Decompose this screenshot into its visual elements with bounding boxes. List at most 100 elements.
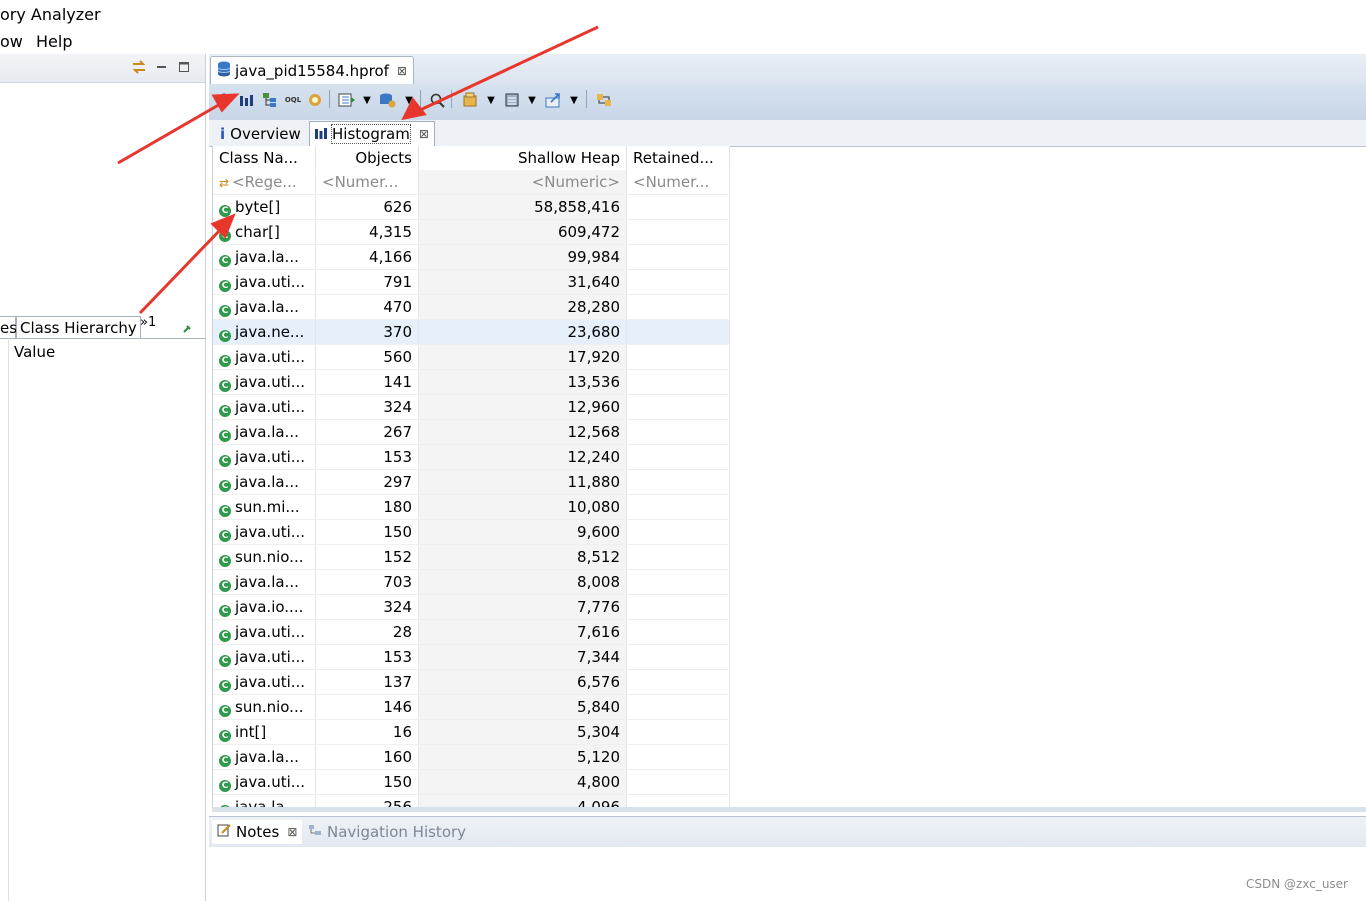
class-name-cell[interactable]: Cjava.la... [213,569,316,595]
minimize-icon[interactable] [156,59,168,71]
filter-shallow-heap[interactable]: <Numeric> [418,170,627,195]
class-name-cell[interactable]: Csun.nio... [213,544,316,570]
tab-navigation-history-label: Navigation History [327,823,467,841]
filter-objects[interactable]: <Numer... [315,170,419,195]
panel-divider [205,54,206,901]
heap-dump-overview-icon[interactable] [306,89,324,111]
overview-info-icon[interactable]: i [217,89,231,111]
class-name-cell[interactable]: Cbyte[] [213,194,316,220]
class-name-cell[interactable]: Csun.nio... [213,694,316,720]
table-row[interactable]: Cjava.io.... 324 7,776 [213,594,730,620]
table-row[interactable]: Cbyte[] 626 58,858,416 [213,194,730,220]
export-dropdown-icon[interactable]: ▼ [568,89,580,111]
table-row[interactable]: Cjava.uti... 324 12,960 [213,394,730,420]
table-row[interactable]: Cjava.la... 4,166 99,984 [213,244,730,270]
table-row[interactable]: Cjava.uti... 150 9,600 [213,519,730,545]
table-row[interactable]: Cint[] 16 5,304 [213,719,730,745]
objects-cell: 160 [315,744,419,770]
filter-retained-heap[interactable]: <Numer... [626,170,730,195]
class-icon: C [219,429,231,442]
class-name-cell[interactable]: Cjava.uti... [213,619,316,645]
table-row[interactable]: Cjava.la... 160 5,120 [213,744,730,770]
table-row[interactable]: Csun.nio... 152 8,512 [213,544,730,570]
column-header-shallow-heap[interactable]: Shallow Heap [418,146,627,170]
tab-overview[interactable]: i Overview [215,121,306,146]
class-name-cell[interactable]: Cjava.uti... [213,394,316,420]
column-header-class-name[interactable]: Class Na... [213,146,316,170]
table-row[interactable]: Cjava.uti... 141 13,536 [213,369,730,395]
calculate-icon[interactable] [503,89,521,111]
class-name-cell[interactable]: Cjava.la... [213,419,316,445]
class-name-cell[interactable]: Cchar[] [213,219,316,245]
class-name-cell[interactable]: Cjava.la... [213,469,316,495]
horizontal-scrollbar[interactable] [212,807,1366,812]
group-by-icon[interactable] [460,89,480,111]
class-name-text: java.la... [235,297,299,316]
tab-class-hierarchy[interactable]: Class Hierarchy [16,316,141,338]
column-header-objects[interactable]: Objects [315,146,419,170]
histogram-icon[interactable] [238,89,254,111]
class-name-cell[interactable]: Cjava.la... [213,294,316,320]
compare-icon[interactable] [594,89,614,111]
class-name-cell[interactable]: Cjava.uti... [213,669,316,695]
search-icon[interactable] [428,89,446,111]
class-name-cell[interactable]: Cjava.uti... [213,369,316,395]
run-report-dropdown-icon[interactable]: ▼ [361,89,373,111]
group-by-dropdown-icon[interactable]: ▼ [485,89,497,111]
table-row[interactable]: Csun.mi... 180 10,080 [213,494,730,520]
close-icon[interactable]: ⊠ [397,64,407,78]
class-name-cell[interactable]: Cjava.uti... [213,644,316,670]
tab-attributes[interactable]: es [0,316,17,338]
table-row[interactable]: Cjava.ne... 370 23,680 [213,319,730,345]
class-name-cell[interactable]: Cjava.la... [213,244,316,270]
class-name-cell[interactable]: Cjava.uti... [213,344,316,370]
oql-icon[interactable]: OQL [284,89,302,111]
table-row[interactable]: Cjava.uti... 153 12,240 [213,444,730,470]
class-name-cell[interactable]: Cjava.uti... [213,769,316,795]
class-name-cell[interactable]: Cjava.la... [213,794,316,807]
table-row[interactable]: Cjava.uti... 28 7,616 [213,619,730,645]
table-row[interactable]: Cjava.la... 703 8,008 [213,569,730,595]
class-name-cell[interactable]: Cint[] [213,719,316,745]
tab-notes[interactable]: Notes ⊠ [212,820,303,844]
class-name-text: java.uti... [235,772,306,791]
link-with-editor-icon[interactable] [130,58,148,76]
table-row[interactable]: Cjava.la... 297 11,880 [213,469,730,495]
calculate-dropdown-icon[interactable]: ▼ [526,89,538,111]
export-icon[interactable] [544,89,564,111]
close-icon[interactable]: ⊠ [419,127,429,141]
class-name-cell[interactable]: Cjava.uti... [213,269,316,295]
close-icon[interactable]: ⊠ [287,825,297,839]
menu-item-window[interactable]: ow [0,32,23,51]
table-row[interactable]: Cjava.uti... 791 31,640 [213,269,730,295]
table-row[interactable]: Csun.nio... 146 5,840 [213,694,730,720]
table-row[interactable]: Cjava.uti... 150 4,800 [213,769,730,795]
run-report-icon[interactable] [337,89,357,111]
more-tabs-indicator[interactable]: »1 [140,315,156,330]
table-row[interactable]: Cjava.la... 470 28,280 [213,294,730,320]
class-name-cell[interactable]: Cjava.uti... [213,444,316,470]
column-header-retained-heap[interactable]: Retained... [626,146,730,170]
class-name-cell[interactable]: Cjava.io.... [213,594,316,620]
class-name-cell[interactable]: Cjava.ne... [213,319,316,345]
editor-tab-hprof[interactable]: java_pid15584.hprof ⊠ [210,56,415,85]
menu-item-help[interactable]: Help [36,32,72,51]
table-row[interactable]: Cchar[] 4,315 609,472 [213,219,730,245]
pin-icon[interactable] [182,320,192,333]
histogram-table-container: Class Na... Objects Shallow Heap Retaine… [212,146,1366,807]
class-name-cell[interactable]: Csun.mi... [213,494,316,520]
table-row[interactable]: Cjava.la...2564,096 [213,794,730,807]
tab-navigation-history[interactable]: Navigation History [303,820,471,844]
table-row[interactable]: Cjava.uti... 560 17,920 [213,344,730,370]
tab-histogram[interactable]: Histogram ⊠ [309,121,435,146]
class-name-cell[interactable]: Cjava.la... [213,744,316,770]
query-browser-icon[interactable] [378,89,398,111]
table-row[interactable]: Cjava.uti... 137 6,576 [213,669,730,695]
filter-class-name[interactable]: ⇄ <Rege... [213,170,316,195]
query-browser-dropdown-icon[interactable]: ▼ [403,89,415,111]
class-name-cell[interactable]: Cjava.uti... [213,519,316,545]
dominator-tree-icon[interactable] [261,89,279,111]
table-row[interactable]: Cjava.la... 267 12,568 [213,419,730,445]
maximize-icon[interactable] [178,59,190,72]
table-row[interactable]: Cjava.uti... 153 7,344 [213,644,730,670]
